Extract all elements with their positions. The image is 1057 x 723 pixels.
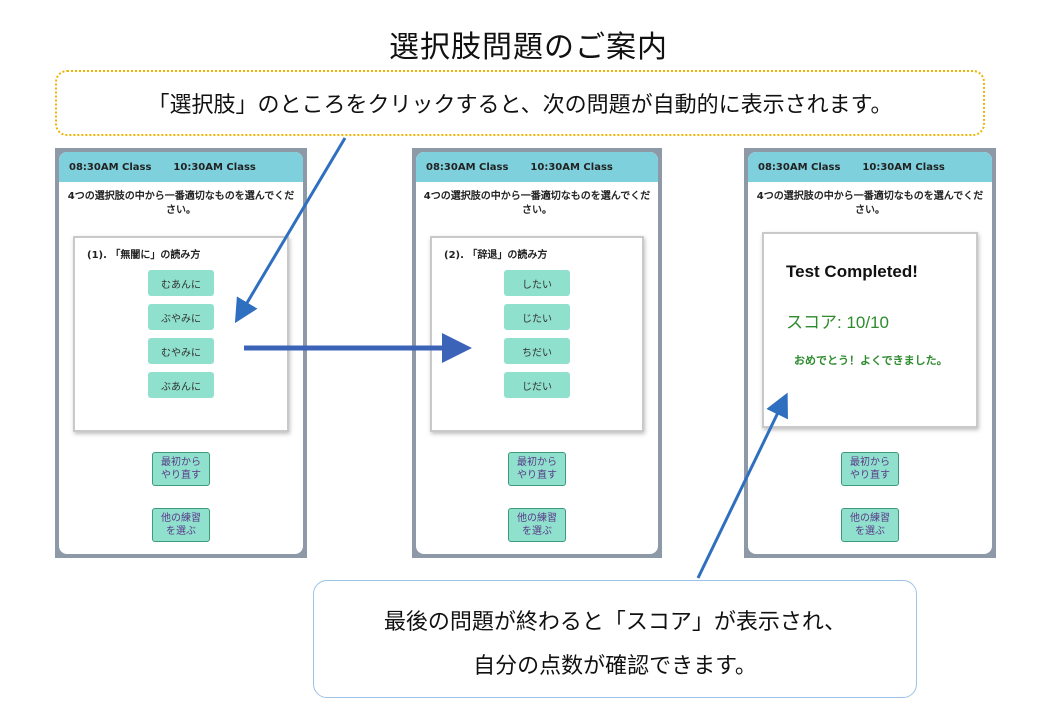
class-tab-bar: 08:30AM Class 10:30AM Class	[59, 152, 303, 182]
option-button-4[interactable]: じだい	[504, 372, 570, 398]
choose-other-practice-button[interactable]: 他の練習を選ぶ	[152, 508, 210, 542]
tab-0830-class[interactable]: 08:30AM Class	[426, 162, 508, 173]
phone-screen-result: 08:30AM Class 10:30AM Class 4つの選択肢の中から一番…	[744, 148, 996, 558]
option-button-2[interactable]: じたい	[504, 304, 570, 330]
option-button-1[interactable]: したい	[504, 270, 570, 296]
choose-other-practice-button[interactable]: 他の練習を選ぶ	[508, 508, 566, 542]
option-button-3[interactable]: むやみに	[148, 338, 214, 364]
instruction-callout: 「選択肢」のところをクリックすると、次の問題が自動的に表示されます。	[55, 70, 985, 136]
option-button-1[interactable]: むあんに	[148, 270, 214, 296]
score-callout: 最後の問題が終わると「スコア」が表示され、 自分の点数が確認できます。	[313, 580, 917, 698]
score-callout-line-2: 自分の点数が確認できます。	[473, 654, 757, 679]
question-card: (2). 「辞退」の読み方 したい じたい ちだい じだい	[430, 236, 644, 432]
restart-button[interactable]: 最初からやり直す	[508, 452, 566, 486]
class-tab-bar: 08:30AM Class 10:30AM Class	[416, 152, 658, 182]
score-text: スコア: 10/10	[786, 313, 889, 332]
restart-button[interactable]: 最初からやり直す	[841, 452, 899, 486]
question-label: (1). 「無闇に」の読み方	[87, 250, 201, 261]
tab-0830-class[interactable]: 08:30AM Class	[758, 162, 840, 173]
score-callout-line-1: 最後の問題が終わると「スコア」が表示され、	[383, 610, 847, 635]
question-card: (1). 「無闇に」の読み方 むあんに ぶやみに むやみに ぶあんに	[73, 236, 289, 432]
phone-screen-question-2: 08:30AM Class 10:30AM Class 4つの選択肢の中から一番…	[412, 148, 662, 558]
tab-1030-class[interactable]: 10:30AM Class	[173, 162, 255, 173]
tab-1030-class[interactable]: 10:30AM Class	[530, 162, 612, 173]
option-button-2[interactable]: ぶやみに	[148, 304, 214, 330]
option-button-4[interactable]: ぶあんに	[148, 372, 214, 398]
page-title: 選択肢問題のご案内	[389, 30, 668, 65]
choose-other-practice-button[interactable]: 他の練習を選ぶ	[841, 508, 899, 542]
option-button-3[interactable]: ちだい	[504, 338, 570, 364]
quiz-instruction: 4つの選択肢の中から一番適切なものを選んでください。	[67, 191, 295, 216]
quiz-instruction: 4つの選択肢の中から一番適切なものを選んでください。	[423, 191, 651, 216]
class-tab-bar: 08:30AM Class 10:30AM Class	[748, 152, 992, 182]
restart-button[interactable]: 最初からやり直す	[152, 452, 210, 486]
quiz-instruction: 4つの選択肢の中から一番適切なものを選んでください。	[756, 191, 984, 216]
result-title: Test Completed!	[786, 262, 918, 281]
congrats-message: おめでとう！よくできました。	[794, 354, 948, 367]
tab-1030-class[interactable]: 10:30AM Class	[862, 162, 944, 173]
tab-0830-class[interactable]: 08:30AM Class	[69, 162, 151, 173]
phone-screen-question-1: 08:30AM Class 10:30AM Class 4つの選択肢の中から一番…	[55, 148, 307, 558]
question-label: (2). 「辞退」の読み方	[444, 250, 548, 261]
result-card: Test Completed! スコア: 10/10 おめでとう！よくできました…	[762, 232, 978, 428]
